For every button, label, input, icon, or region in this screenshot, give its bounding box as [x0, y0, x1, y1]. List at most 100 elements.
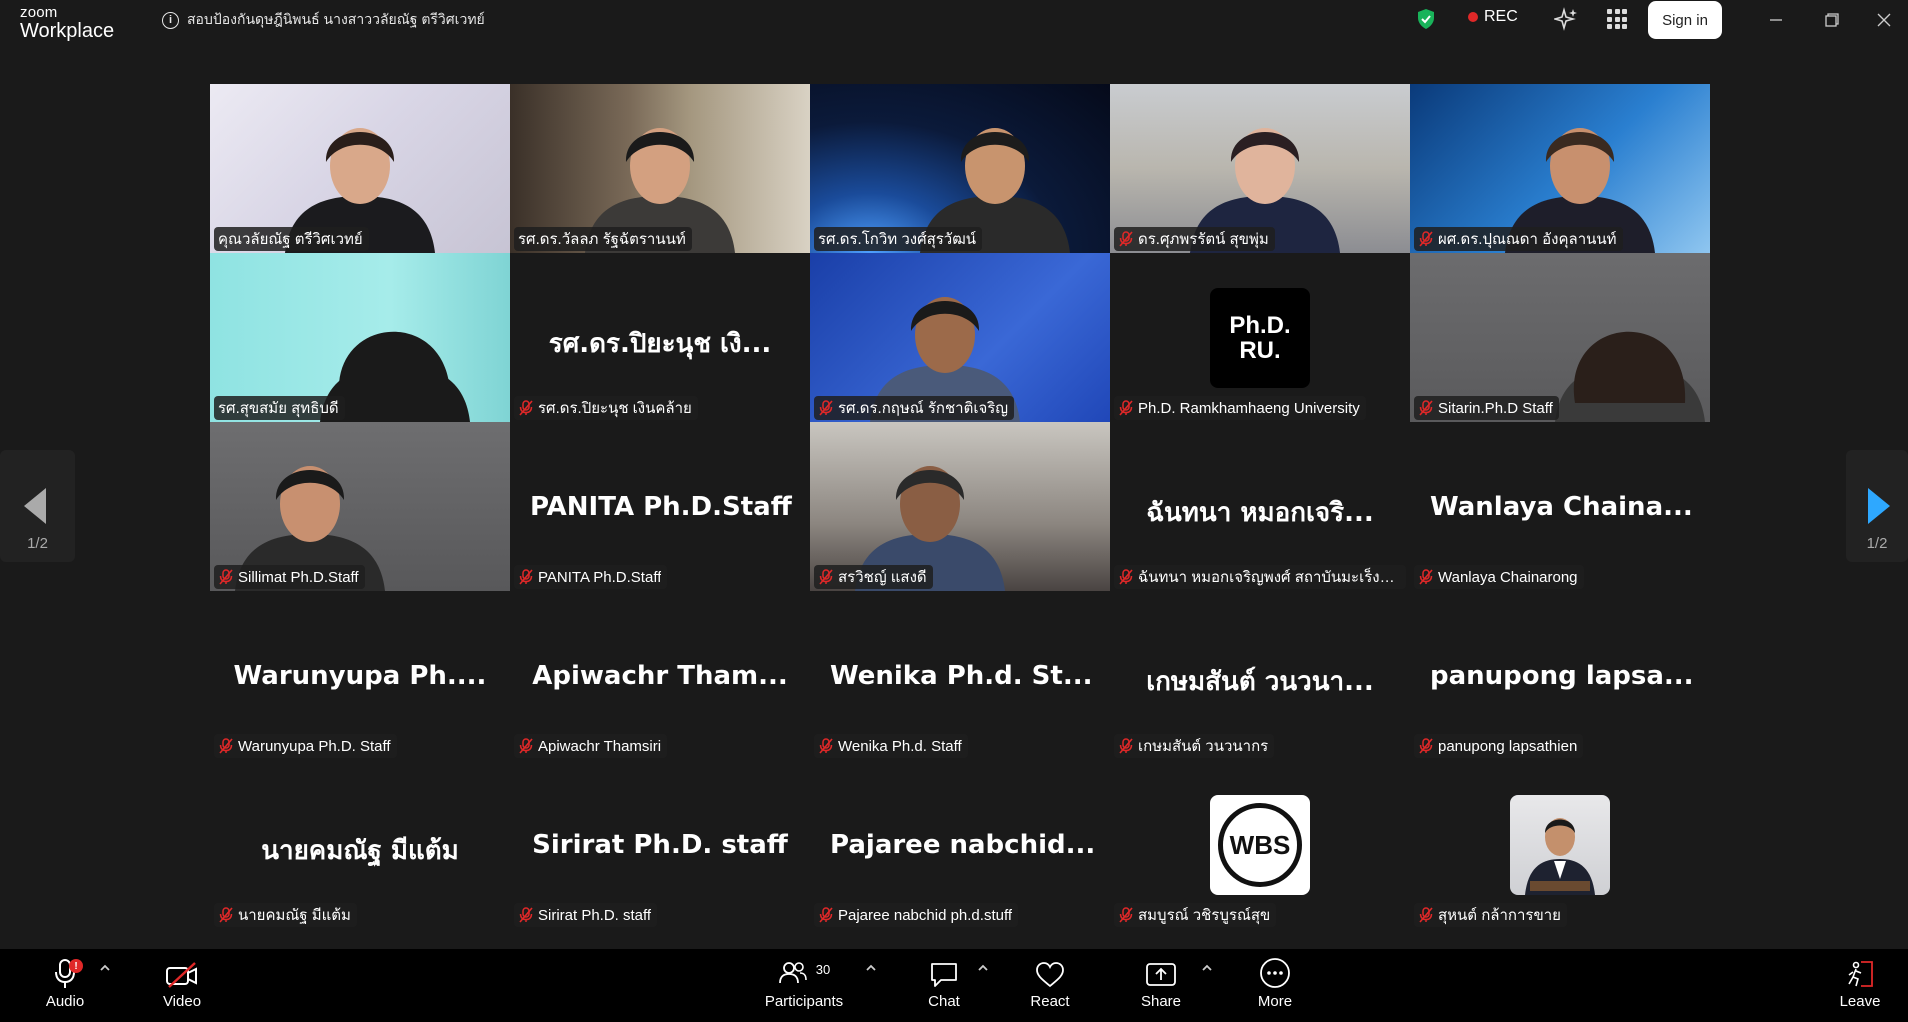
audio-label: Audio — [45, 993, 85, 1010]
mic-muted-icon — [218, 738, 234, 754]
restore-icon[interactable] — [1818, 6, 1846, 34]
leave-button[interactable]: Leave — [1836, 949, 1884, 1022]
participant-tile[interactable]: รศ.สุขสมัย สุทธิบดี — [210, 253, 510, 422]
mic-muted-icon — [1118, 231, 1134, 247]
participant-tile[interactable]: รศ.ดร.ปิยะนุช เงิ... รศ.ดร.ปิยะนุช เงินคล… — [510, 253, 810, 422]
mic-muted-icon — [1418, 400, 1434, 416]
participant-tile[interactable]: สุหนต์ กล้าการขาย — [1410, 760, 1710, 929]
participants-options-chevron-icon[interactable] — [864, 961, 878, 975]
participant-tile[interactable]: Wanlaya Chaina... Wanlaya Chainarong — [1410, 422, 1710, 591]
chat-label: Chat — [928, 993, 960, 1010]
participant-tile[interactable]: สรวิชญ์ แสงดี — [810, 422, 1110, 591]
chat-button[interactable]: Chat — [923, 949, 965, 1022]
participant-name: ฉันทนา หมอกเจริญพงศ์ สถาบันมะเร็งแห่งช..… — [1138, 569, 1400, 586]
participant-display-name: ฉันทนา หมอกเจริ... — [1146, 498, 1374, 528]
participant-name-label: รศ.ดร.กฤษณ์ รักชาติเจริญ — [814, 396, 1015, 420]
mic-muted-icon — [1118, 738, 1134, 754]
apps-grid-icon[interactable] — [1607, 9, 1627, 29]
participant-name: รศ.ดร.กฤษณ์ รักชาติเจริญ — [838, 400, 1009, 417]
mic-muted-icon — [818, 738, 834, 754]
video-gallery: คุณวลัยณัฐ ตรีวิศเวทย์ รศ.ดร.วัลลภ รัฐฉัต… — [210, 84, 1710, 929]
video-off-icon — [166, 962, 197, 988]
participant-tile[interactable]: นายคมณัฐ มีแต้ม นายคมณัฐ มีแต้ม — [210, 760, 510, 929]
mic-muted-icon — [1118, 400, 1134, 416]
sign-in-button[interactable]: Sign in — [1648, 1, 1722, 39]
participant-tile[interactable]: รศ.ดร.กฤษณ์ รักชาติเจริญ — [810, 253, 1110, 422]
participant-display-name: PANITA Ph.D.Staff — [530, 492, 792, 522]
mic-muted-icon — [1418, 569, 1434, 585]
participant-display-name: Wenika Ph.d. St... — [830, 661, 1093, 691]
participant-tile[interactable]: Sillimat Ph.D.Staff — [210, 422, 510, 591]
prev-page-button[interactable]: 1/2 — [0, 450, 75, 562]
participant-tile[interactable]: รศ.ดร.โกวิท วงศ์สุรวัฒน์ — [810, 84, 1110, 253]
title-bar: zoom Workplace i สอบป้องกันดุษฎีนิพนธ์ น… — [0, 0, 1908, 49]
participant-name-label: นายคมณัฐ มีแต้ม — [214, 903, 357, 927]
participant-tile[interactable]: คุณวลัยณัฐ ตรีวิศเวทย์ — [210, 84, 510, 253]
meeting-info[interactable]: i สอบป้องกันดุษฎีนิพนธ์ นางสาววลัยณัฐ ตร… — [162, 9, 485, 31]
mic-muted-icon — [218, 569, 234, 585]
participant-tile[interactable]: PANITA Ph.D.Staff PANITA Ph.D.Staff — [510, 422, 810, 591]
participant-tile[interactable]: รศ.ดร.วัลลภ รัฐฉัตรานนท์ — [510, 84, 810, 253]
participant-name-label: ผศ.ดร.ปุณณดา อังคุลานนท์ — [1414, 227, 1623, 251]
share-options-chevron-icon[interactable] — [1200, 961, 1214, 975]
participant-tile[interactable]: Sirirat Ph.D. staff Sirirat Ph.D. staff — [510, 760, 810, 929]
participant-name: Ph.D. Ramkhamhaeng University — [1138, 399, 1360, 417]
share-screen-icon — [1146, 963, 1176, 986]
page-indicator-left: 1/2 — [27, 535, 48, 552]
share-label: Share — [1140, 993, 1182, 1010]
participants-button[interactable]: 30 Participants — [760, 949, 848, 1022]
react-button[interactable]: React — [1028, 949, 1072, 1022]
participant-tile[interactable]: Apiwachr Tham... Apiwachr Thamsiri — [510, 591, 810, 760]
chevron-right-icon — [1868, 488, 1890, 524]
rec-dot-icon — [1468, 12, 1478, 22]
share-button[interactable]: Share — [1140, 949, 1182, 1022]
mic-muted-icon — [1418, 738, 1434, 754]
participant-tile[interactable]: Warunyupa Ph.... Warunyupa Ph.D. Staff — [210, 591, 510, 760]
participant-display-name: เกษมสันต์ วนวนา... — [1146, 667, 1374, 697]
next-page-button[interactable]: 1/2 — [1846, 450, 1908, 562]
close-icon[interactable] — [1870, 6, 1898, 34]
audio-options-chevron-icon[interactable] — [98, 961, 112, 975]
profile-photo — [1510, 795, 1610, 895]
participant-tile[interactable]: ดร.ศุภพรรัตน์ สุขพุ่ม — [1110, 84, 1410, 253]
participant-name-label: รศ.ดร.ปิยะนุช เงินคล้าย — [514, 396, 698, 420]
participant-display-name: รศ.ดร.ปิยะนุช เงิ... — [548, 329, 772, 359]
ai-companion-icon[interactable] — [1554, 7, 1578, 31]
participant-tile[interactable]: Pajaree nabchid... Pajaree nabchid ph.d.s… — [810, 760, 1110, 929]
more-icon — [1260, 958, 1290, 988]
video-label: Video — [162, 993, 202, 1010]
info-icon[interactable]: i — [162, 11, 179, 29]
participant-name-label: คุณวลัยณัฐ ตรีวิศเวทย์ — [214, 227, 369, 251]
participant-name-label: Pajaree nabchid ph.d.stuff — [814, 903, 1019, 927]
recording-indicator[interactable]: REC — [1468, 8, 1518, 26]
participant-name-label: Wenika Ph.d. Staff — [814, 734, 968, 758]
participant-name-label: รศ.ดร.วัลลภ รัฐฉัตรานนท์ — [514, 227, 692, 251]
shield-icon[interactable] — [1416, 8, 1436, 30]
participant-tile[interactable]: panupong lapsa... panupong lapsathien — [1410, 591, 1710, 760]
participant-tile[interactable]: ผศ.ดร.ปุณณดา อังคุลานนท์ — [1410, 84, 1710, 253]
participant-tile[interactable]: WBS สมบูรณ์ วชิรบูรณ์สุข — [1110, 760, 1410, 929]
participant-name-label: สรวิชญ์ แสงดี — [814, 565, 933, 589]
mic-muted-icon — [1118, 569, 1134, 585]
wbs-logo-text: WBS — [1218, 803, 1302, 887]
video-button[interactable]: Video — [158, 949, 206, 1022]
participant-name-label: Apiwachr Thamsiri — [514, 734, 668, 758]
participant-tile[interactable]: Ph.D. RU. Ph.D. Ramkhamhaeng University — [1110, 253, 1410, 422]
participant-name-label: Wanlaya Chainarong — [1414, 565, 1584, 589]
audio-button[interactable]: ! Audio — [40, 949, 90, 1022]
more-button[interactable]: More — [1254, 949, 1296, 1022]
meeting-title: สอบป้องกันดุษฎีนิพนธ์ นางสาววลัยณัฐ ตรีว… — [187, 11, 485, 27]
chat-options-chevron-icon[interactable] — [976, 961, 990, 975]
page-indicator-right: 1/2 — [1866, 535, 1888, 552]
participant-tile[interactable]: ฉันทนา หมอกเจริ... ฉันทนา หมอกเจริญพงศ์ ส… — [1110, 422, 1410, 591]
participant-name-label: สุหนต์ กล้าการขาย — [1414, 903, 1567, 927]
mic-muted-icon — [1118, 907, 1134, 923]
participant-tile[interactable]: Sitarin.Ph.D Staff — [1410, 253, 1710, 422]
mic-muted-icon — [518, 907, 534, 923]
participant-name: รศ.ดร.วัลลภ รัฐฉัตรานนท์ — [518, 231, 686, 248]
participant-tile[interactable]: Wenika Ph.d. St... Wenika Ph.d. Staff — [810, 591, 1110, 760]
logo-text-line1: Ph.D. — [1229, 311, 1291, 339]
minimize-icon[interactable] — [1762, 6, 1790, 34]
participant-tile[interactable]: เกษมสันต์ วนวนา... เกษมสันต์ วนวนากร — [1110, 591, 1410, 760]
participant-name-label: รศ.สุขสมัย สุทธิบดี — [214, 396, 345, 420]
